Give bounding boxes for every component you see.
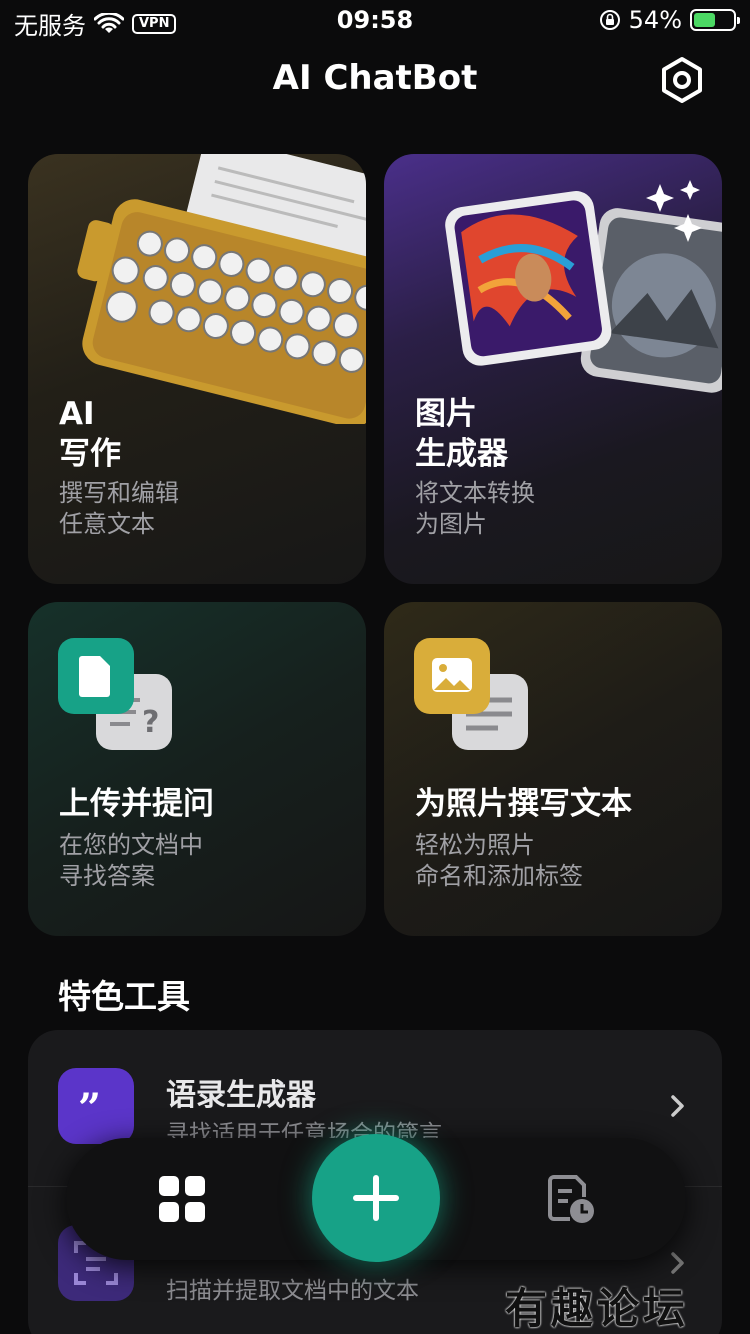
- rotation-lock-icon: [599, 10, 620, 30]
- tool-title: 语录生成器: [166, 1078, 316, 1113]
- battery-icon: [690, 9, 740, 31]
- plus-icon: [353, 1175, 399, 1221]
- svg-text:”: ”: [78, 1085, 101, 1132]
- document-question-icon: ?: [58, 638, 172, 750]
- card-subtitle-line1: 撰写和编辑: [59, 479, 179, 507]
- card-subtitle-line2: 为图片: [415, 510, 487, 538]
- card-title: 上传并提问: [59, 786, 214, 822]
- card-subtitle-line1: 将文本转换: [415, 479, 535, 507]
- upload-ask-card[interactable]: ? 上传并提问 在您的文档中 寻找答案: [28, 602, 366, 936]
- tool-subtitle: 扫描并提取文档中的文本: [166, 1278, 419, 1304]
- card-title: 为照片撰写文本: [415, 786, 632, 822]
- history-icon: [548, 1175, 594, 1223]
- photo-caption-card[interactable]: 为照片撰写文本 轻松为照片 命名和添加标签: [384, 602, 722, 936]
- nav-home-button[interactable]: [156, 1173, 208, 1225]
- chevron-right-icon: [670, 1092, 686, 1125]
- card-subtitle-line2: 任意文本: [59, 510, 155, 538]
- typewriter-illustration: [77, 154, 366, 424]
- card-title-line1: 图片: [415, 396, 477, 432]
- card-subtitle-line2: 寻找答案: [59, 862, 155, 890]
- card-title-line2: 写作: [59, 436, 121, 472]
- card-subtitle-line2: 命名和添加标签: [415, 862, 583, 890]
- photo-text-icon: [414, 638, 528, 750]
- app-title: AI ChatBot: [272, 58, 478, 98]
- svg-text:?: ?: [142, 705, 159, 740]
- new-chat-button[interactable]: [312, 1134, 440, 1262]
- nav-history-button[interactable]: [542, 1171, 598, 1227]
- card-subtitle-line1: 轻松为照片: [415, 831, 535, 859]
- settings-button[interactable]: [658, 56, 706, 104]
- ai-writing-card[interactable]: AI 写作 撰写和编辑 任意文本: [28, 154, 366, 584]
- image-generator-card[interactable]: 图片 生成器 将文本转换 为图片: [384, 154, 722, 584]
- watermark: 有趣论坛: [505, 1284, 690, 1333]
- featured-tools-heading: 特色工具: [58, 977, 190, 1016]
- battery-percent: 54%: [628, 6, 682, 34]
- quote-icon: ”: [58, 1068, 134, 1144]
- grid-icon: [159, 1176, 205, 1222]
- settings-icon: [662, 57, 702, 103]
- image-art-illustration: [445, 180, 722, 393]
- card-subtitle-line1: 在您的文档中: [59, 831, 203, 859]
- card-title-line2: 生成器: [415, 436, 508, 472]
- card-title-line1: AI: [59, 396, 95, 432]
- status-bar: 无服务 VPN 09:58 54%: [0, 0, 750, 44]
